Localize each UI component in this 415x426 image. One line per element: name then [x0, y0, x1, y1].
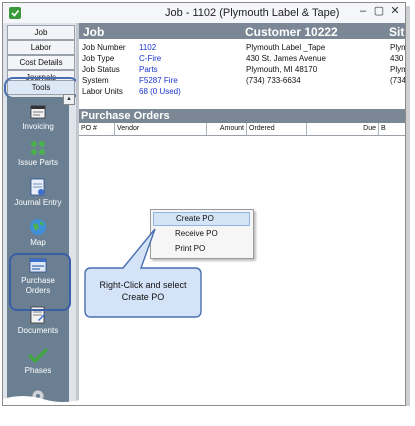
- job-window: Job - 1102 (Plymouth Label & Tape) Job L…: [2, 2, 406, 406]
- minimize-button[interactable]: –: [356, 5, 370, 17]
- close-button[interactable]: ✕: [388, 5, 402, 17]
- maximize-button[interactable]: ▢: [372, 5, 386, 17]
- torn-edge-decoration: [3, 396, 405, 405]
